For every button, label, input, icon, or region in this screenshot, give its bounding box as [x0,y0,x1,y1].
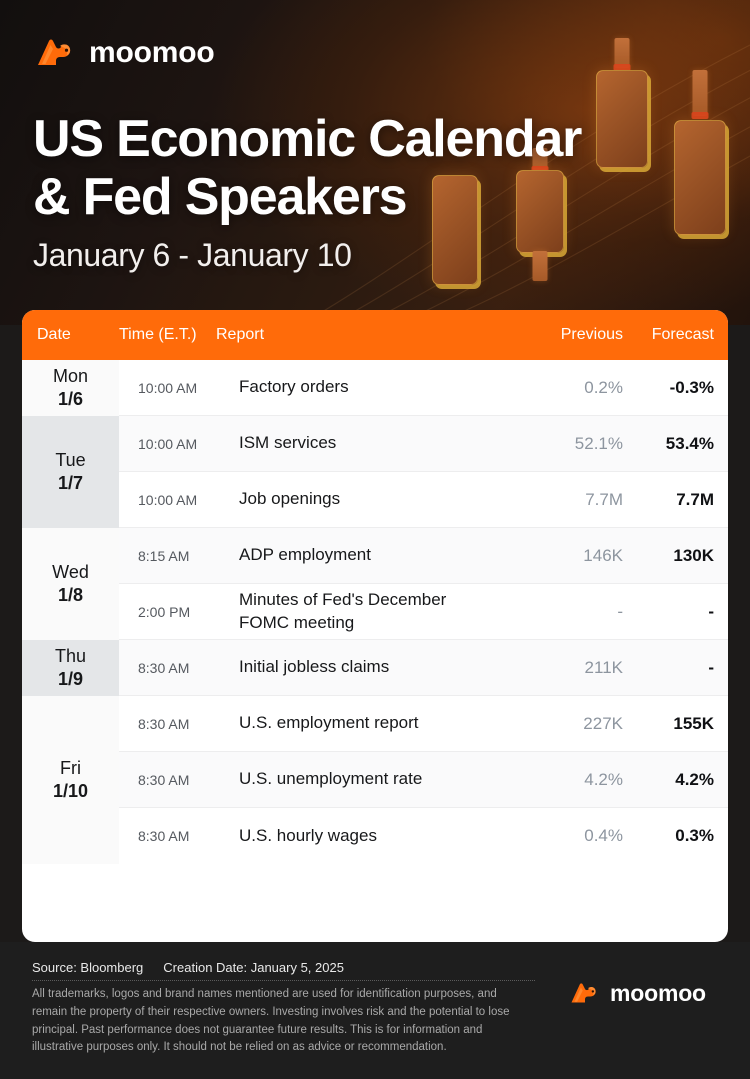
cell-time: 8:30 AM [138,771,190,788]
cell-forecast: 130K [673,545,714,565]
cell-report: Initial jobless claims [239,657,390,677]
day-of-week: Mon [52,365,88,386]
cell-report: Job openings [239,489,341,509]
date-cell: Fri 1/10 [22,696,119,864]
day-number: 1/9 [57,669,84,689]
column-header-forecast: Forecast [651,326,714,343]
page-title-line1: US Economic Calendar [33,110,582,168]
calendar-table-card: Date Time (E.T.) Report Previous Forecas… [22,310,728,942]
bull-head-icon [38,39,71,65]
column-header-report: Report [216,326,265,343]
day-number: 1/10 [52,781,89,801]
cell-report: ISM services [239,433,337,453]
creation-date-label: Creation Date: January 5, 2025 [163,960,344,975]
cell-time: 8:30 AM [138,715,190,732]
cell-report: U.S. unemployment rate [239,769,423,789]
cell-forecast: 7.7M [676,489,714,509]
cell-time: 8:30 AM [138,828,190,844]
cell-previous: 7.7M [585,489,623,509]
table-row: 10:00 AM ISM services 52.1% 53.4% [119,416,728,472]
table-header-row: Date Time (E.T.) Report Previous Forecas… [22,310,728,360]
brand-logo: moomoo [36,36,215,69]
bull-head-icon [571,983,596,1003]
cell-forecast: - [708,657,714,677]
table-row: 8:15 AM ADP employment 146K 130K [119,528,728,584]
day-rows: 10:00 AM Factory orders 0.2% -0.3% [119,360,728,416]
cell-report: U.S. employment report [239,713,419,733]
cell-time: 8:30 AM [138,659,190,676]
cell-report: Minutes of Fed's December FOMC meeting [239,589,447,632]
cell-forecast: - [708,601,714,621]
cell-time: 10:00 AM [138,379,198,396]
footer-divider [32,980,535,981]
day-group: Mon 1/6 10:00 AM Factory orders 0.2% -0.3% [22,360,728,416]
column-header-previous: Previous [560,326,623,343]
date-cell: Thu 1/9 [22,640,119,696]
table-row: 2:00 PM Minutes of Fed's December FOMC me… [119,584,728,640]
cell-forecast: 4.2% [675,769,714,789]
table-row: 8:30 AM U.S. unemployment rate 4.2% 4.2% [119,752,728,808]
cell-previous: 211K [584,657,623,677]
cell-previous: 146K [583,545,623,565]
footer: Source: Bloomberg Creation Date: January… [0,942,750,1079]
cell-forecast: 53.4% [665,433,714,453]
cell-report: ADP employment [239,545,371,565]
day-rows: 8:30 AM U.S. employment report 227K 155K 8:3… [119,696,728,864]
day-rows: 10:00 AM ISM services 52.1% 53.4% 10:00 AM Jo… [119,416,728,528]
table-row: 10:00 AM Factory orders 0.2% -0.3% [119,360,728,416]
column-header-time: Time (E.T.) [119,326,197,343]
day-rows: 8:15 AM ADP employment 146K 130K 2:00 PM Minu… [119,528,728,640]
cell-previous: 52.1% [574,433,623,453]
page-title: US Economic Calendar & Fed Speakers [33,110,673,226]
day-of-week: Wed [52,561,89,582]
brand-name: moomoo [89,36,215,69]
cell-report: U.S. hourly wages [239,825,377,845]
table-row: 8:30 AM U.S. employment report 227K 155K [119,696,728,752]
day-of-week: Thu [54,645,87,666]
candlestick-4 [674,70,726,240]
cell-time: 2:00 PM [138,603,191,620]
day-group: Thu 1/9 8:30 AM Initial jobless claims 211K - [22,640,728,696]
cell-previous: 227K [583,713,623,733]
cell-time: 10:00 AM [138,491,198,508]
cell-time: 10:00 AM [138,435,198,452]
date-cell: Wed 1/8 [22,528,119,640]
table-row: 10:00 AM Job openings 7.7M 7.7M [119,472,728,528]
cell-previous: 0.2% [584,377,623,397]
cell-previous: - [617,601,623,621]
cell-time: 8:15 AM [138,547,190,564]
column-header-date: Date [37,326,71,343]
day-group: Fri 1/10 8:30 AM U.S. employment report 227K… [22,696,728,864]
cell-forecast: 155K [673,713,714,733]
table-body: Mon 1/6 10:00 AM Factory orders 0.2% -0.3% Tue… [22,360,728,864]
date-cell: Mon 1/6 [22,360,119,416]
source-line: Source: Bloomberg Creation Date: January… [32,960,344,975]
day-number: 1/8 [57,585,84,605]
source-label: Source: Bloomberg [32,960,144,975]
footer-brand-name: moomoo [610,980,706,1006]
date-cell: Tue 1/7 [22,416,119,528]
cell-previous: 0.4% [584,826,623,845]
table-row: 8:30 AM U.S. hourly wages 0.4% 0.3% [119,808,728,864]
cell-forecast: -0.3% [669,377,714,397]
cell-report: Factory orders [239,377,349,397]
day-group: Tue 1/7 10:00 AM ISM services 52.1% 53.4% 10:0… [22,416,728,528]
cell-previous: 4.2% [584,769,623,789]
day-of-week: Tue [55,449,86,470]
economic-calendar-infographic: moomoo US Economic Calendar & Fed Speake… [0,0,750,1079]
day-rows: 8:30 AM Initial jobless claims 211K - [119,640,728,696]
footer-brand-logo: moomoo [570,982,706,1005]
page-title-line2: & Fed Speakers [33,168,408,227]
hero-banner: moomoo US Economic Calendar & Fed Speake… [0,0,750,325]
day-number: 1/6 [57,389,84,409]
date-range-subtitle: January 6 - January 10 [33,237,352,273]
day-of-week: Fri [60,757,81,778]
day-group: Wed 1/8 8:15 AM ADP employment 146K 130K 2:00 … [22,528,728,640]
cell-forecast: 0.3% [675,826,714,845]
disclaimer-text: All trademarks, logos and brand names me… [32,988,510,1054]
table-row: 8:30 AM Initial jobless claims 211K - [119,640,728,696]
day-number: 1/7 [57,473,84,493]
